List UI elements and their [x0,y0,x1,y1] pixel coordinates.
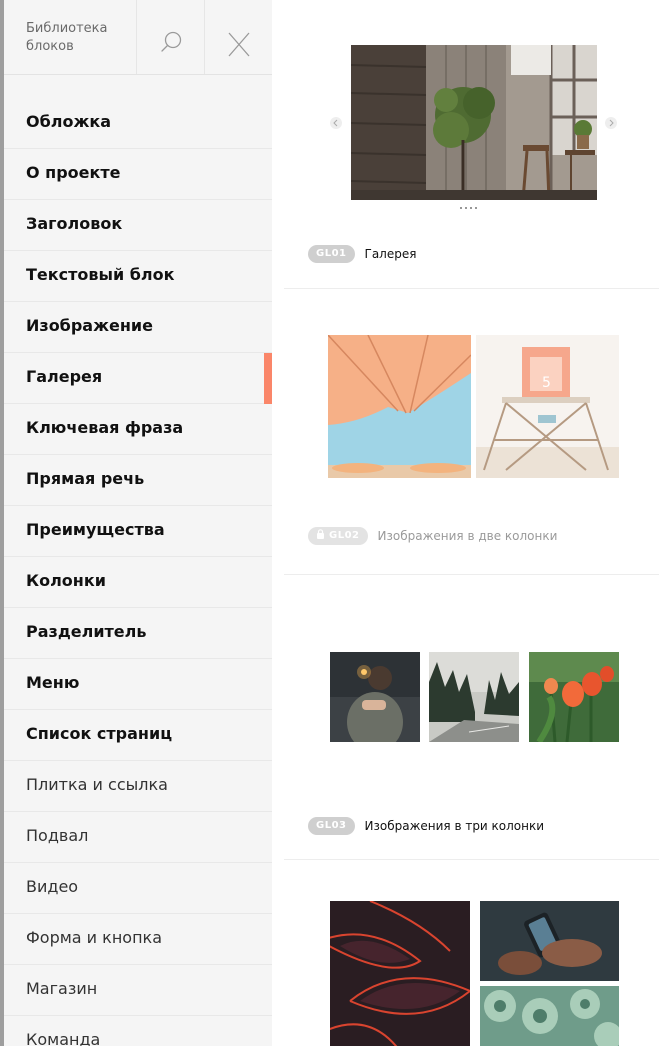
block-name: Галерея [364,247,417,261]
sidebar-item-label: Изображение [26,316,153,335]
svg-text:5: 5 [542,375,551,391]
sidebar-item-8[interactable]: Прямая речь [4,455,272,506]
block-label: GL02 Изображения в две колонки [308,526,557,546]
block-label: GL03 Изображения в три колонки [308,816,544,836]
sidebar-item-label: Преимущества [26,520,165,539]
sidebar-item-10[interactable]: Колонки [4,557,272,608]
lock-icon [317,529,324,539]
sidebar-item-label: Форма и кнопка [26,928,163,947]
sidebar-item-label: Список страниц [26,724,173,743]
block-code-badge: GL02 [308,527,368,545]
sidebar-item-9[interactable]: Преимущества [4,506,272,557]
sidebar-item-15[interactable]: Подвал [4,812,272,863]
sidebar-item-label: Текстовый блок [26,265,175,284]
leaves-image [330,901,470,1046]
gallery-preview-image [351,45,597,200]
sidebar-item-label: Прямая речь [26,469,145,488]
block-code-badge: GL01 [308,245,355,263]
sidebar-item-18[interactable]: Магазин [4,965,272,1016]
search-button[interactable] [136,0,205,74]
sidebar-item-label: Обложка [26,112,112,131]
sidebar-header: Библиотека блоков [4,0,272,75]
sidebar-item-label: Ключевая фраза [26,418,184,437]
block-card-gl04[interactable] [284,860,659,1046]
block-name: Изображения в три колонки [364,819,545,833]
carousel-dots [460,207,477,209]
succulents-image [480,986,619,1046]
sidebar-item-label: Заголовок [26,214,123,233]
next-arrow[interactable] [605,117,617,129]
sidebar-item-label: Подвал [26,826,89,845]
block-category-list: Обложка О проекте Заголовок Текстовый блок И… [4,98,272,1046]
sidebar-item-label: Видео [26,877,79,896]
chevron-left-icon [333,119,338,127]
sidebar-item-3[interactable]: Заголовок [4,200,272,251]
block-card-gl02[interactable]: 5 GL02 Изображения в две колонки [284,289,659,574]
sidebar-item-label: Меню [26,673,80,692]
block-library-sidebar: Библиотека блоков Обложка О проекте Заголо… [4,0,272,1046]
block-code-badge: GL03 [308,817,355,835]
umbrella-image [328,335,471,478]
block-card-gl01[interactable]: GL01 Галерея [284,0,659,288]
sparkler-image [330,652,420,742]
block-preview-panel: GL01 Галерея 5 GL02 Изображения в две ко… [272,0,659,1046]
sidebar-item-5[interactable]: Изображение [4,302,272,353]
forest-road-image [429,652,519,742]
sidebar-item-6[interactable]: Галерея [4,353,272,404]
sidebar-item-13[interactable]: Список страниц [4,710,272,761]
close-button[interactable] [204,0,272,74]
sidebar-item-label: Плитка и ссылка [26,775,168,794]
close-icon [228,32,250,57]
sidebar-item-19[interactable]: Команда [4,1016,272,1046]
sidebar-item-label: О проекте [26,163,121,182]
phone-hands-image [480,901,619,981]
lifeguard-tower-image: 5 [476,335,619,478]
sidebar-item-1[interactable]: Обложка [4,98,272,149]
sidebar-item-14[interactable]: Плитка и ссылка [4,761,272,812]
sidebar-item-label: Разделитель [26,622,147,641]
sidebar-item-11[interactable]: Разделитель [4,608,272,659]
chevron-right-icon [609,119,614,127]
prev-arrow[interactable] [330,117,342,129]
sidebar-item-12[interactable]: Меню [4,659,272,710]
library-title: Библиотека блоков [26,21,108,54]
sidebar-item-label: Магазин [26,979,98,998]
sidebar-item-16[interactable]: Видео [4,863,272,914]
sidebar-item-17[interactable]: Форма и кнопка [4,914,272,965]
sidebar-item-label: Команда [26,1030,101,1046]
block-card-gl03[interactable]: GL03 Изображения в три колонки [284,575,659,859]
block-name: Изображения в две колонки [377,529,558,543]
sidebar-item-7[interactable]: Ключевая фраза [4,404,272,455]
search-icon [161,31,182,52]
block-label: GL01 Галерея [308,244,416,264]
sidebar-item-4[interactable]: Текстовый блок [4,251,272,302]
tulips-image [529,652,619,742]
sidebar-item-2[interactable]: О проекте [4,149,272,200]
sidebar-item-label: Галерея [26,367,103,386]
sidebar-item-label: Колонки [26,571,106,590]
